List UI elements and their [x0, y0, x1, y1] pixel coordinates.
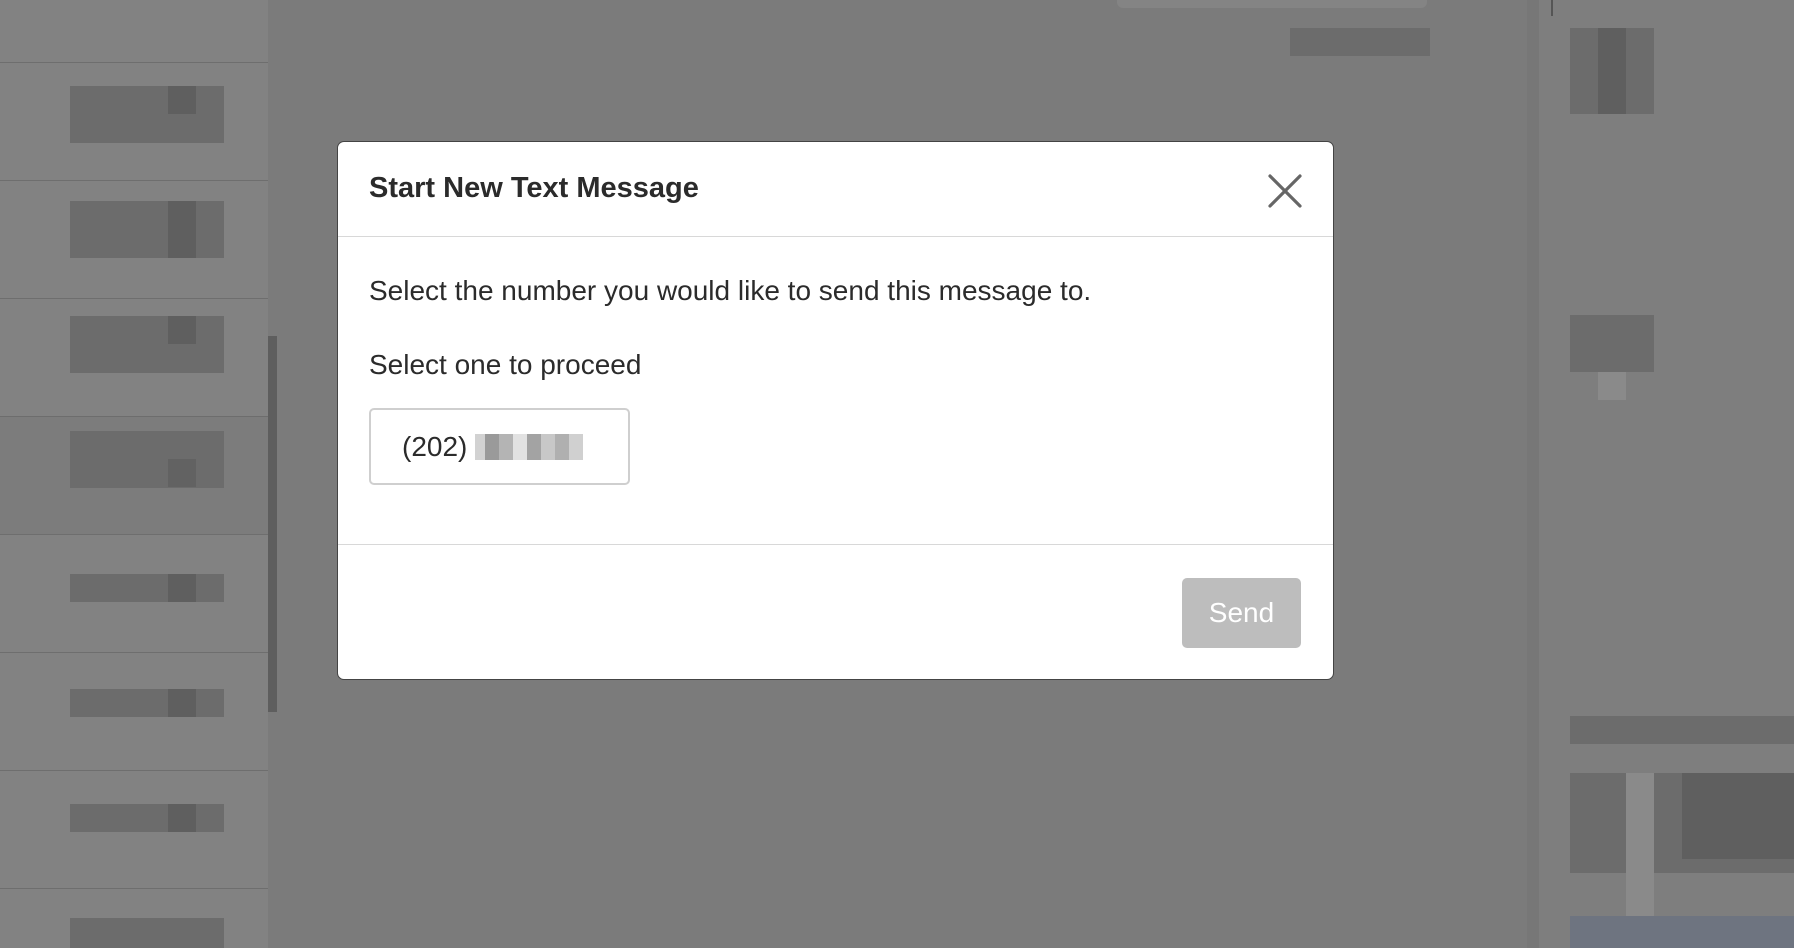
dialog-footer: Send [338, 545, 1333, 679]
send-button[interactable]: Send [1182, 578, 1301, 648]
select-prompt: Select one to proceed [369, 349, 642, 380]
close-button[interactable] [1267, 173, 1303, 209]
instruction-text: Select the number you would like to send… [369, 275, 1092, 306]
background-divider [1527, 0, 1539, 948]
background-button [1290, 28, 1430, 56]
background-cursor-mark [1551, 0, 1553, 16]
redacted-phone-digits [475, 433, 584, 460]
dialog-header: Start New Text Message [338, 142, 1333, 237]
dialog-title: Start New Text Message [369, 172, 699, 204]
phone-number-option[interactable]: (202) [369, 408, 630, 485]
close-icon [1268, 174, 1302, 208]
background-scrollbar [268, 336, 277, 712]
background-list-panel [0, 0, 268, 948]
phone-area-code: (202) [402, 430, 468, 462]
dialog-body: Select the number you would like to send… [338, 237, 1333, 545]
background-detail-panel [1539, 0, 1794, 948]
background-search-box [1117, 0, 1427, 8]
start-new-text-message-dialog: Start New Text Message Select the number… [337, 141, 1334, 680]
